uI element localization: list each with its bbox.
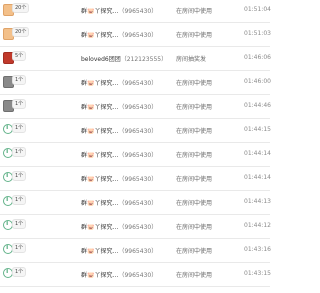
usage-status: 在房间中使用 xyxy=(176,8,213,15)
list-item: 1个 群🐷丫探究…（9965430） 在房间中使用 01:44:14 xyxy=(0,168,271,191)
gift-count-badge: 20个 xyxy=(12,3,30,13)
user-name[interactable]: 群🐷丫探究…（9965430） xyxy=(81,246,157,255)
timestamp: 01:44:15 xyxy=(244,126,271,133)
timestamp: 01:44:12 xyxy=(244,222,271,229)
list-item: 20个 群🐷丫探究…（9965430） 在房间中使用 01:51:03 xyxy=(0,24,271,47)
user-name[interactable]: 群🐷丫探究…（9965430） xyxy=(81,174,157,183)
usage-status: 在房间中使用 xyxy=(176,248,213,255)
gift-count-badge: 5个 xyxy=(12,51,27,61)
user-name[interactable]: 群🐷丫探究…（9965430） xyxy=(81,6,157,15)
timestamp: 01:44:14 xyxy=(244,174,271,181)
gift-log-list: 20个 群🐷丫探究…（9965430） 在房间中使用 01:51:04 20个 … xyxy=(0,0,271,293)
list-item: 1个 群🐷丫探究…（9965430） 在房间中使用 01:44:12 xyxy=(0,216,271,239)
list-item: 1个 群🐷丫探究…（9965430） 在房间中使用 01:44:46 xyxy=(0,96,271,119)
list-item: 1个 群🐷丫探究…（9965430） 在房间中使用 01:43:16 xyxy=(0,240,271,263)
timestamp: 01:51:04 xyxy=(244,6,271,13)
list-item: 5个 beloved6团团（212123555） 房间抽奖发 01:46:06 xyxy=(0,48,271,71)
user-name[interactable]: 群🐷丫探究…（9965430） xyxy=(81,222,157,231)
list-item: 1个 群🐷丫探究…（9965430） 在房间中使用 01:44:14 xyxy=(0,144,271,167)
timestamp: 01:46:06 xyxy=(244,54,271,61)
gift-count-badge: 1个 xyxy=(12,267,27,277)
timestamp: 01:44:13 xyxy=(244,198,271,205)
usage-status: 在房间中使用 xyxy=(176,176,213,183)
gift-count-badge: 1个 xyxy=(12,75,27,85)
user-name[interactable]: 群🐷丫探究…（9965430） xyxy=(81,150,157,159)
usage-status: 在房间中使用 xyxy=(176,224,213,231)
gift-count-badge: 1个 xyxy=(12,243,27,253)
timestamp: 01:44:46 xyxy=(244,102,271,109)
gift-count-badge: 20个 xyxy=(12,27,30,37)
gift-count-badge: 1个 xyxy=(12,123,27,133)
list-item: 20个 群🐷丫探究…（9965430） 在房间中使用 01:51:04 xyxy=(0,0,271,23)
usage-status: 房间抽奖发 xyxy=(176,56,207,63)
user-name[interactable]: 群🐷丫探究…（9965430） xyxy=(81,126,157,135)
user-name[interactable]: 群🐷丫探究…（9965430） xyxy=(81,270,157,279)
timestamp: 01:51:03 xyxy=(244,30,271,37)
usage-status: 在房间中使用 xyxy=(176,128,213,135)
user-name[interactable]: beloved6团团（212123555） xyxy=(81,54,167,63)
timestamp: 01:43:16 xyxy=(244,246,271,253)
usage-status: 在房间中使用 xyxy=(176,272,213,279)
list-item: 1个 群🐷丫探究…（9965430） 在房间中使用 01:46:00 xyxy=(0,72,271,95)
usage-status: 在房间中使用 xyxy=(176,152,213,159)
user-name[interactable]: 群🐷丫探究…（9965430） xyxy=(81,102,157,111)
list-item: 1个 群🐷丫探究…（9965430） 在房间中使用 01:44:15 xyxy=(0,120,271,143)
gift-count-badge: 1个 xyxy=(12,99,27,109)
usage-status: 在房间中使用 xyxy=(176,104,213,111)
gift-count-badge: 1个 xyxy=(12,171,27,181)
timestamp: 01:44:14 xyxy=(244,150,271,157)
gift-count-badge: 1个 xyxy=(12,147,27,157)
usage-status: 在房间中使用 xyxy=(176,200,213,207)
gift-count-badge: 1个 xyxy=(12,219,27,229)
user-name[interactable]: 群🐷丫探究…（9965430） xyxy=(81,78,157,87)
user-name[interactable]: 群🐷丫探究…（9965430） xyxy=(81,198,157,207)
list-item: 1个 群🐷丫探究…（9965430） 在房间中使用 01:44:13 xyxy=(0,192,271,215)
user-name[interactable]: 群🐷丫探究…（9965430） xyxy=(81,30,157,39)
timestamp: 01:43:15 xyxy=(244,270,271,277)
usage-status: 在房间中使用 xyxy=(176,32,213,39)
gift-count-badge: 1个 xyxy=(12,195,27,205)
usage-status: 在房间中使用 xyxy=(176,80,213,87)
timestamp: 01:46:00 xyxy=(244,78,271,85)
list-item: 1个 群🐷丫探究…（9965430） 在房间中使用 01:43:15 xyxy=(0,264,271,287)
